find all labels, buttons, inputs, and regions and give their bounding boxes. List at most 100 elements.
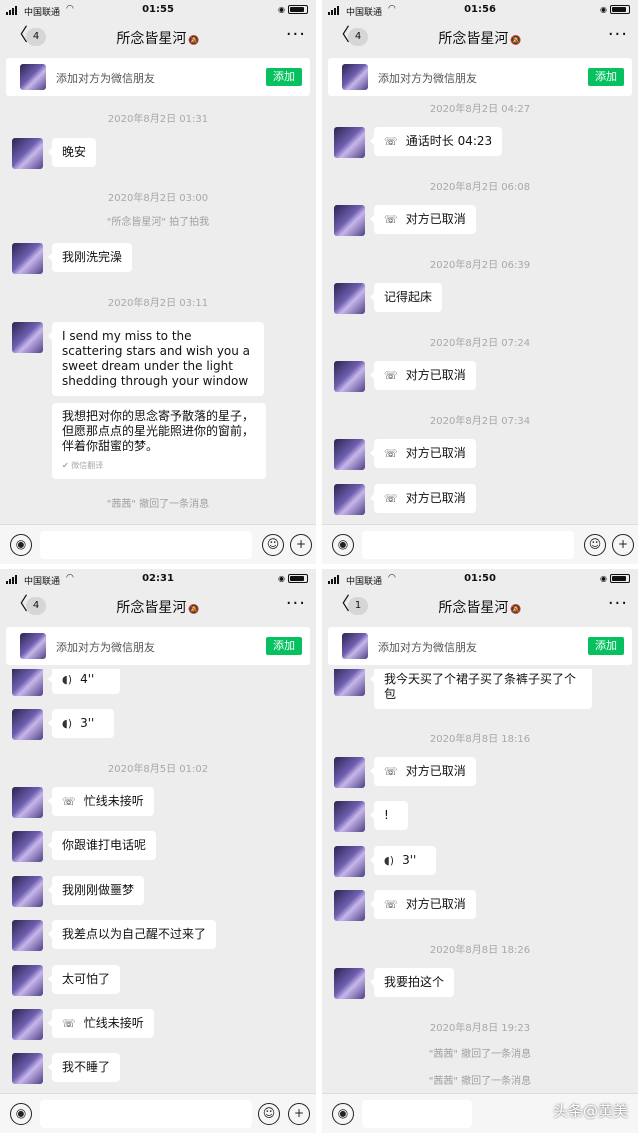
voice-bubble[interactable]: ◖) 4'' <box>48 669 120 694</box>
call-bubble[interactable]: ☏ 通话时长 04:23 <box>369 127 503 156</box>
call-bubble[interactable]: ☏ 忙线未接听 <box>48 787 154 816</box>
add-friend-button[interactable]: 添加 <box>266 68 302 86</box>
more-button[interactable]: ··· <box>286 593 306 614</box>
phone-icon: ☏ <box>384 492 398 505</box>
avatar[interactable] <box>12 1053 43 1084</box>
phone-icon: ☏ <box>384 135 398 148</box>
message-input[interactable] <box>40 531 252 559</box>
avatar[interactable] <box>334 890 365 921</box>
message-bubble[interactable]: ! <box>370 801 408 830</box>
avatar[interactable] <box>12 669 43 696</box>
message-bubble[interactable]: 记得起床 <box>369 283 443 312</box>
add-friend-bar: 添加对方为微信朋友 添加 <box>6 627 310 665</box>
avatar[interactable] <box>334 205 365 236</box>
avatar[interactable] <box>12 920 43 951</box>
more-button[interactable]: ··· <box>608 593 628 614</box>
avatar[interactable] <box>334 361 365 392</box>
avatar[interactable] <box>334 669 365 696</box>
message-bubble[interactable]: I send my miss to the scattering stars a… <box>48 322 264 396</box>
status-bar: 中国联通 ◠ 01:55 ◉ <box>0 0 316 22</box>
status-bar: 中国联通 ◠ 01:50 ◉ <box>322 569 638 591</box>
translation-bubble[interactable]: 我想把对你的思念寄予散落的星子，但愿那点点的星光能照进你的窗前，伴着你甜蜜的梦。… <box>52 403 266 479</box>
avatar[interactable] <box>334 283 365 314</box>
avatar[interactable] <box>12 1009 43 1040</box>
avatar[interactable] <box>12 243 43 274</box>
add-friend-text: 添加对方为微信朋友 <box>56 641 155 654</box>
status-bar: 中国联通 ◠ 02:31 ◉ <box>0 569 316 591</box>
message-bubble[interactable]: 我不睡了 <box>47 1053 121 1082</box>
avatar <box>342 64 368 90</box>
message-bubble[interactable]: 晚安 <box>47 138 97 167</box>
call-bubble[interactable]: ☏ 对方已取消 <box>370 757 476 786</box>
message-bubble[interactable]: 我刚刚做噩梦 <box>47 876 145 905</box>
avatar[interactable] <box>12 138 43 169</box>
voice-icon[interactable]: ◉ <box>10 534 32 556</box>
message-timestamp: 2020年8月2日 06:39 <box>429 260 531 271</box>
message-input[interactable] <box>362 531 574 559</box>
chat-header: 〈 4 所念皆星河 🔕 ··· <box>0 22 316 52</box>
message-input[interactable] <box>40 1100 252 1128</box>
more-button[interactable]: ··· <box>608 24 628 45</box>
plus-icon[interactable]: + <box>612 534 634 556</box>
call-bubble[interactable]: ☏ 对方已取消 <box>370 361 476 390</box>
voice-icon[interactable]: ◉ <box>332 534 354 556</box>
watermark-text: 头条@黄美 <box>552 1102 628 1120</box>
voice-icon[interactable]: ◉ <box>332 1103 354 1125</box>
avatar[interactable] <box>12 709 43 740</box>
phone-icon: ☏ <box>384 898 398 911</box>
more-button[interactable]: ··· <box>286 24 306 45</box>
phone-icon: ☏ <box>62 1017 76 1030</box>
avatar[interactable] <box>334 968 365 999</box>
add-friend-button[interactable]: 添加 <box>588 68 624 86</box>
message-timestamp: 2020年8月2日 03:00 <box>107 193 209 204</box>
avatar[interactable] <box>12 322 43 353</box>
message-bubble[interactable]: 我要拍这个 <box>369 968 455 997</box>
input-bar: ◉ ☺ + <box>322 524 638 564</box>
avatar[interactable] <box>12 965 43 996</box>
add-friend-button[interactable]: 添加 <box>266 637 302 655</box>
emoji-icon[interactable]: ☺ <box>258 1103 280 1125</box>
message-bubble[interactable]: 我刚洗完澡 <box>47 243 133 272</box>
avatar[interactable] <box>334 801 365 832</box>
avatar[interactable] <box>334 127 365 158</box>
message-bubble[interactable]: 太可怕了 <box>47 965 121 994</box>
call-bubble[interactable]: ☏ 忙线未接听 <box>48 1009 154 1038</box>
plus-icon[interactable]: + <box>288 1103 310 1125</box>
chat-header: 〈 4 所念皆星河 🔕 ··· <box>0 591 316 621</box>
chat-screen-1: 中国联通 ◠ 01:55 ◉ 〈 4 所念皆星河 🔕 ··· 添加对方为微信朋友 … <box>0 0 316 564</box>
avatar[interactable] <box>12 787 43 818</box>
avatar[interactable] <box>334 757 365 788</box>
plus-icon[interactable]: + <box>290 534 312 556</box>
add-friend-button[interactable]: 添加 <box>588 637 624 655</box>
message-bubble[interactable]: 我今天买了个裙子买了条裤子买了个包 <box>370 669 592 709</box>
lock-rotation-icon: ◉ <box>600 5 607 14</box>
system-notice: "茜茜" 撤回了一条消息 <box>428 1076 532 1087</box>
call-text: 对方已取消 <box>405 764 466 778</box>
avatar[interactable] <box>334 439 365 470</box>
call-bubble[interactable]: ☏ 对方已取消 <box>370 890 476 919</box>
voice-icon[interactable]: ◉ <box>10 1103 32 1125</box>
voice-bubble[interactable]: ◖) 3'' <box>370 846 436 875</box>
message-timestamp: 2020年8月8日 18:26 <box>429 945 531 956</box>
avatar <box>20 633 46 659</box>
call-bubble[interactable]: ☏ 对方已取消 <box>370 484 476 513</box>
message-bubble[interactable]: 我差点以为自己醒不过来了 <box>47 920 217 949</box>
avatar[interactable] <box>334 484 365 515</box>
call-bubble[interactable]: ☏ 对方已取消 <box>370 205 476 234</box>
avatar[interactable] <box>12 876 43 907</box>
phone-icon: ☏ <box>384 447 398 460</box>
message-timestamp: 2020年8月2日 04:27 <box>429 104 531 115</box>
phone-icon: ☏ <box>384 369 398 382</box>
avatar[interactable] <box>12 831 43 862</box>
avatar[interactable] <box>334 846 365 877</box>
emoji-icon[interactable]: ☺ <box>262 534 284 556</box>
voice-bubble[interactable]: ◖) 3'' <box>48 709 114 738</box>
call-bubble[interactable]: ☏ 对方已取消 <box>370 439 476 468</box>
message-bubble[interactable]: 你跟谁打电话呢 <box>47 831 157 860</box>
system-notice: "所念皆星河" 拍了拍我 <box>106 217 210 228</box>
chat-title: 所念皆星河 <box>116 31 187 47</box>
message-input[interactable] <box>362 1100 472 1128</box>
chat-title: 所念皆星河 <box>116 600 187 616</box>
emoji-icon[interactable]: ☺ <box>584 534 606 556</box>
chat-screen-3: 中国联通 ◠ 02:31 ◉ 〈 4 所念皆星河 🔕 ··· 添加对方为微信朋友 … <box>0 569 316 1133</box>
